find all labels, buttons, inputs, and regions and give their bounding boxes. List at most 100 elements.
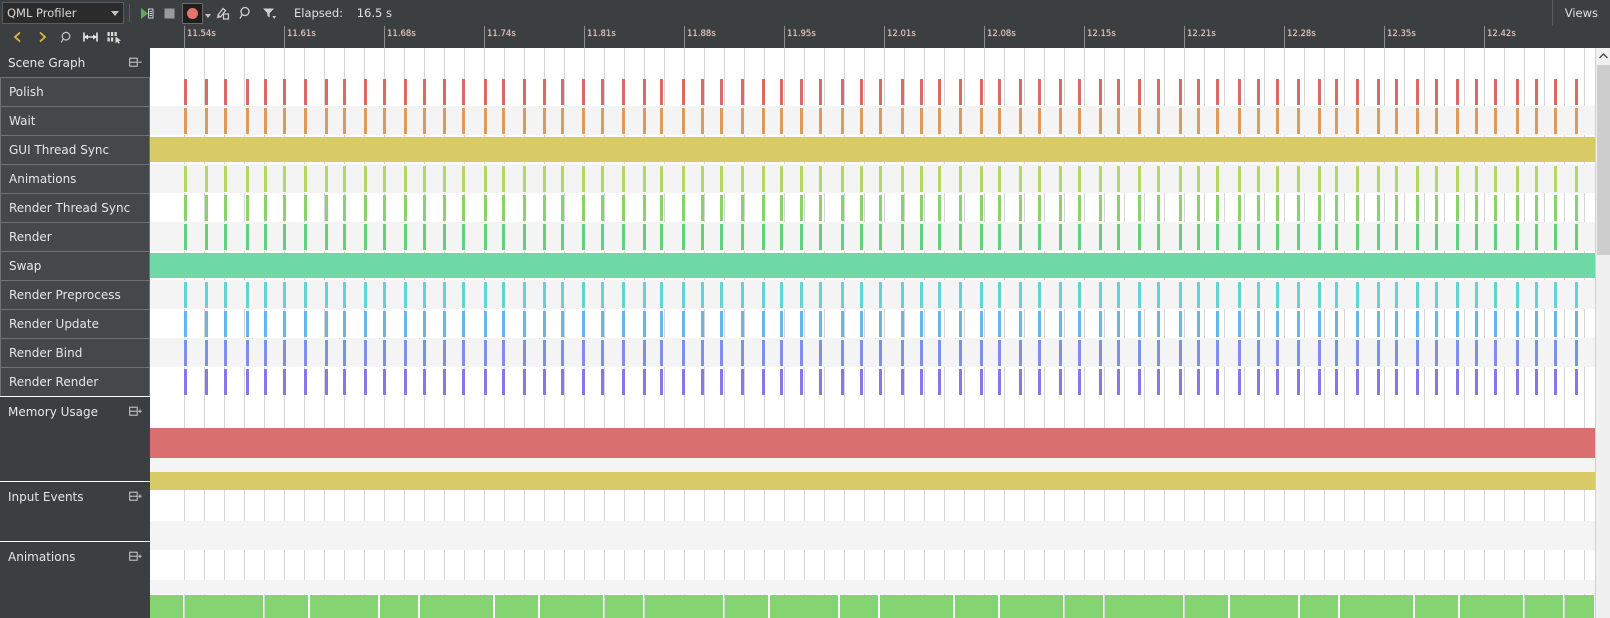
timeline-event-bar[interactable] bbox=[800, 108, 804, 134]
timeline-event-bar[interactable] bbox=[223, 166, 227, 192]
timeline-event-bar[interactable] bbox=[264, 282, 268, 308]
timeline-event-bar[interactable] bbox=[1574, 282, 1578, 308]
timeline-event-bar[interactable] bbox=[522, 369, 526, 395]
timeline-event-bar[interactable] bbox=[1156, 340, 1160, 366]
expand-icon[interactable] bbox=[129, 406, 142, 417]
timeline-event-bar[interactable] bbox=[1178, 195, 1182, 221]
timeline-event-bar[interactable] bbox=[761, 166, 765, 192]
timeline-event-bar[interactable] bbox=[1156, 108, 1160, 134]
timeline-event-bar[interactable] bbox=[621, 282, 625, 308]
timeline-event-bar[interactable] bbox=[283, 108, 287, 134]
timeline-event-bar[interactable] bbox=[938, 340, 942, 366]
timeline-event-bar[interactable] bbox=[1256, 166, 1260, 192]
timeline-event-bar[interactable] bbox=[184, 195, 187, 221]
timeline-event-bar[interactable] bbox=[900, 369, 904, 395]
timeline-event-bar[interactable] bbox=[660, 108, 664, 134]
timeline-event-bar[interactable] bbox=[919, 282, 923, 308]
timeline-event-bar[interactable] bbox=[461, 224, 465, 250]
timeline-event-bar[interactable] bbox=[461, 79, 465, 105]
timeline-event-bar[interactable] bbox=[642, 224, 646, 250]
timeline-event-bar[interactable] bbox=[1137, 108, 1141, 134]
timeline-event-bar[interactable] bbox=[779, 282, 783, 308]
timeline-event-bar[interactable] bbox=[1037, 282, 1041, 308]
timeline-event-bar[interactable] bbox=[1356, 108, 1360, 134]
expand-icon[interactable] bbox=[129, 491, 142, 502]
timeline-event-bar[interactable] bbox=[1494, 166, 1498, 192]
start-profiling-button[interactable] bbox=[136, 3, 157, 24]
timeline-event-bar[interactable] bbox=[283, 224, 287, 250]
timeline-event-bar[interactable] bbox=[1216, 79, 1220, 105]
timeline-event-bar[interactable] bbox=[1156, 224, 1160, 250]
animation-segment-bar[interactable] bbox=[495, 595, 538, 618]
timeline-event-bar[interactable] bbox=[1377, 282, 1380, 308]
timeline-event-bar[interactable] bbox=[223, 311, 227, 337]
animation-segment-bar[interactable] bbox=[380, 595, 418, 618]
timeline-event-bar[interactable] bbox=[1216, 195, 1220, 221]
timeline-event-bar[interactable] bbox=[841, 282, 845, 308]
timeline-event-bar[interactable] bbox=[184, 108, 187, 134]
timeline-event-bar[interactable] bbox=[859, 166, 863, 192]
timeline-event-bar[interactable] bbox=[382, 369, 386, 395]
timeline-event-bar[interactable] bbox=[204, 340, 208, 366]
timeline-event-bar[interactable] bbox=[1018, 311, 1022, 337]
timeline-event-bar[interactable] bbox=[304, 224, 308, 250]
timeline-event-bar[interactable] bbox=[819, 79, 823, 105]
timeline-event-bar[interactable] bbox=[1216, 108, 1220, 134]
timeline-event-bar[interactable] bbox=[1317, 166, 1321, 192]
timeline-event-bar[interactable] bbox=[642, 195, 646, 221]
timeline-event-bar[interactable] bbox=[404, 311, 408, 337]
timeline-event-bar[interactable] bbox=[382, 282, 386, 308]
timeline-event-bar[interactable] bbox=[1475, 166, 1479, 192]
timeline-event-bar[interactable] bbox=[779, 369, 783, 395]
timeline-event-bar[interactable] bbox=[819, 282, 823, 308]
timeline-event-bar[interactable] bbox=[997, 195, 1001, 221]
timeline-event-bar[interactable] bbox=[1156, 311, 1160, 337]
timeline-event-bar[interactable] bbox=[501, 369, 505, 395]
timeline-event-bar[interactable] bbox=[382, 340, 386, 366]
timeline-event-bar[interactable] bbox=[1275, 166, 1279, 192]
timeline-event-bar[interactable] bbox=[1574, 340, 1578, 366]
vertical-scrollbar[interactable] bbox=[1595, 48, 1610, 618]
category-row-render-render[interactable]: Render Render bbox=[0, 367, 150, 396]
timeline-event-bar[interactable] bbox=[1317, 282, 1321, 308]
timeline-event-bar[interactable] bbox=[642, 369, 646, 395]
timeline-event-bar[interactable] bbox=[1296, 282, 1300, 308]
timeline-event-bar[interactable] bbox=[1335, 282, 1339, 308]
animation-segment-bar[interactable] bbox=[1185, 595, 1228, 618]
timeline-event-bar[interactable] bbox=[543, 79, 547, 105]
timeline-event-bar[interactable] bbox=[461, 108, 465, 134]
filter-button[interactable] bbox=[258, 3, 279, 24]
timeline-event-bar[interactable] bbox=[642, 108, 646, 134]
timeline-event-bar[interactable] bbox=[325, 166, 328, 192]
timeline-event-bar[interactable] bbox=[1574, 195, 1578, 221]
timeline-event-bar[interactable] bbox=[878, 166, 882, 192]
timeline-event-bar[interactable] bbox=[363, 224, 367, 250]
timeline-event-bar[interactable] bbox=[859, 340, 863, 366]
timeline-event-bar[interactable] bbox=[621, 195, 625, 221]
timeline-event-bar[interactable] bbox=[779, 340, 783, 366]
timeline-event-bar[interactable] bbox=[779, 195, 783, 221]
timeline-event-bar[interactable] bbox=[1534, 195, 1538, 221]
timeline-event-bar[interactable] bbox=[642, 166, 646, 192]
timeline-event-bar[interactable] bbox=[740, 79, 744, 105]
timeline-event-bar[interactable] bbox=[1037, 369, 1041, 395]
timeline-event-bar[interactable] bbox=[980, 79, 983, 105]
timeline-event-bar[interactable] bbox=[245, 224, 249, 250]
timeline-event-bar[interactable] bbox=[1037, 166, 1041, 192]
timeline-event-bar[interactable] bbox=[720, 340, 723, 366]
timeline-event-bar[interactable] bbox=[1178, 224, 1182, 250]
animation-segment-bar[interactable] bbox=[1460, 595, 1523, 618]
timeline-event-bar[interactable] bbox=[878, 79, 882, 105]
timeline-event-bar[interactable] bbox=[720, 282, 723, 308]
timeline-event-bar[interactable] bbox=[184, 311, 187, 337]
timeline-event-bar[interactable] bbox=[543, 224, 547, 250]
timeline-event-bar[interactable] bbox=[761, 311, 765, 337]
timeline-event-bar[interactable] bbox=[1494, 282, 1498, 308]
timeline-event-bar[interactable] bbox=[682, 195, 686, 221]
timeline-event-bar[interactable] bbox=[1059, 340, 1063, 366]
timeline-event-bar[interactable] bbox=[1099, 282, 1103, 308]
timeline-event-bar[interactable] bbox=[859, 108, 863, 134]
category-row-animations[interactable]: Animations bbox=[0, 164, 150, 193]
animation-segment-bar[interactable] bbox=[265, 595, 308, 618]
timeline-event-bar[interactable] bbox=[1275, 282, 1279, 308]
